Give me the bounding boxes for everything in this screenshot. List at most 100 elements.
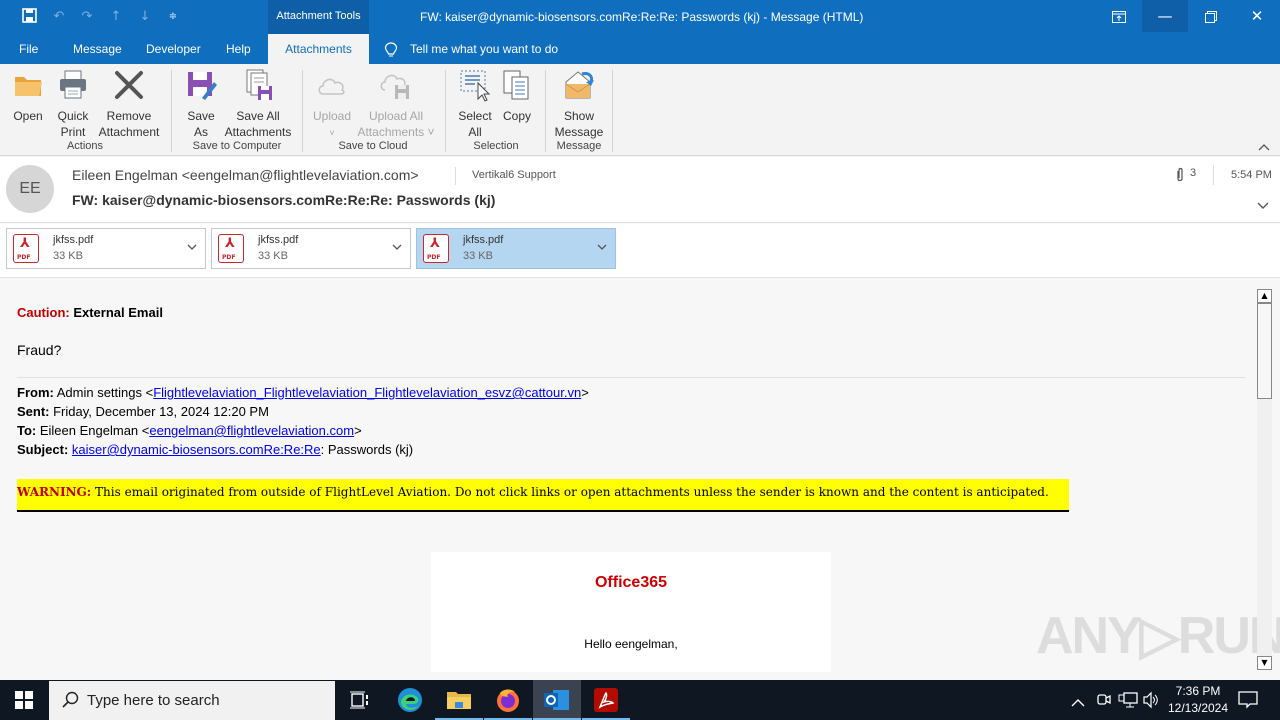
open-button[interactable]: Open — [8, 68, 48, 124]
acrobat-app[interactable] — [582, 680, 630, 720]
sender-avatar[interactable]: EE — [6, 165, 54, 213]
sender-name[interactable]: Eileen Engelman <eengelman@flightlevelav… — [72, 167, 419, 183]
tab-attachments[interactable]: Attachments — [268, 34, 369, 64]
cloud-icon — [318, 78, 345, 95]
scroll-thumb[interactable] — [1257, 303, 1272, 399]
tab-developer[interactable]: Developer — [146, 34, 201, 64]
file-explorer-app[interactable] — [435, 680, 483, 720]
save-as-button[interactable]: Save As — [182, 68, 220, 140]
system-clock[interactable]: 7:36 PM 12/13/2024 — [1158, 683, 1238, 717]
folder-icon — [447, 692, 471, 709]
edge-app[interactable] — [386, 680, 434, 720]
attachment-count: 3 — [1190, 167, 1197, 179]
upload-label: Upload — [312, 109, 352, 123]
scroll-down-button[interactable]: ▼ — [1257, 656, 1272, 670]
remove-attachment-button[interactable]: Remove Attachment — [96, 68, 162, 140]
ribbon-divider — [302, 70, 303, 152]
network-icon[interactable] — [1118, 691, 1138, 713]
save-as-label-1: Save — [187, 109, 215, 123]
redo-icon[interactable]: ↷ — [78, 8, 96, 26]
subject-line: Subject: kaiser@dynamic-biosensors.comRe… — [17, 442, 413, 457]
printer-icon — [60, 70, 86, 99]
save-icon[interactable] — [20, 8, 38, 26]
attachment-item[interactable]: ⅄ PDF jkfss.pdf 33 KB — [211, 228, 411, 269]
attachment-menu-chevron-icon[interactable] — [187, 240, 197, 253]
start-button[interactable] — [0, 680, 48, 720]
tab-help[interactable]: Help — [226, 34, 251, 64]
attachment-size: 33 KB — [258, 250, 288, 262]
forward-divider — [17, 377, 1245, 378]
message-subject: FW: kaiser@dynamic-biosensors.comRe:Re:R… — [72, 192, 496, 208]
clock-time: 7:36 PM — [1175, 684, 1221, 698]
save-as-label-2: As — [193, 125, 208, 139]
tab-message[interactable]: Message — [73, 34, 122, 64]
attachment-item[interactable]: ⅄ PDF jkfss.pdf 33 KB — [6, 228, 206, 269]
task-view-button[interactable] — [336, 680, 384, 720]
sent-label: Sent: — [17, 404, 50, 419]
body-scrollbar[interactable]: ▲ ▼ — [1257, 289, 1272, 670]
attachment-menu-chevron-icon[interactable] — [597, 240, 607, 253]
search-icon — [62, 691, 79, 708]
taskbar-search[interactable]: Type here to search — [49, 681, 335, 720]
upload-button[interactable]: Upload ˅ — [310, 68, 354, 141]
customize-quick-access-icon[interactable]: ≑ — [164, 8, 182, 26]
firefox-app[interactable] — [484, 680, 532, 720]
folder-icon — [15, 77, 42, 96]
edge-icon — [398, 688, 422, 712]
quick-print-button[interactable]: Quick Print — [52, 68, 94, 140]
search-placeholder: Type here to search — [87, 692, 220, 709]
from-label: From: — [17, 385, 54, 400]
from-name: Admin settings < — [53, 385, 154, 400]
taskbar: Type here to search 7:36 PM 12/13/2024 — [0, 680, 1280, 720]
next-item-icon[interactable]: ↓ — [136, 8, 154, 26]
title-bar: ↶ ↷ ↑ ↓ ≑ Attachment Tools FW: kaiser@dy… — [0, 0, 1280, 34]
meet-now-icon[interactable] — [1096, 691, 1112, 713]
remove-label-1: Remove — [106, 109, 152, 123]
tell-me-search[interactable]: Tell me what you want to do — [410, 34, 558, 64]
attachment-item-selected[interactable]: ⅄ PDF jkfss.pdf 33 KB — [416, 228, 616, 269]
close-button[interactable]: ✕ — [1234, 0, 1280, 32]
select-all-button[interactable]: Select All — [455, 68, 495, 140]
tab-file[interactable]: File — [19, 34, 38, 64]
to-line: To: Eileen Engelman <eengelman@flightlev… — [17, 423, 362, 438]
scroll-up-button[interactable]: ▲ — [1257, 289, 1272, 303]
from-email-link[interactable]: Flightlevelaviation_Flightlevelaviation_… — [153, 385, 581, 400]
ribbon-display-options-button[interactable] — [1096, 0, 1142, 32]
upload-all-label-2: Attachments ˅ — [357, 125, 435, 139]
restore-button[interactable] — [1188, 0, 1234, 32]
subject-rest: : Passwords (kj) — [320, 442, 414, 457]
save-all-label-2: Attachments — [224, 125, 292, 139]
paperclip-icon — [1175, 167, 1185, 187]
upload-all-attachments-button[interactable]: Upload All Attachments ˅ — [354, 68, 438, 140]
phishing-card: Office365 Hello eengelman, — [431, 552, 831, 672]
expand-header-chevron-icon[interactable] — [1257, 199, 1269, 213]
task-view-icon — [350, 691, 368, 709]
attachment-tools-context-label: Attachment Tools — [268, 0, 369, 34]
warning-label: WARNING: — [17, 485, 92, 499]
collapse-ribbon-icon[interactable] — [1258, 140, 1270, 154]
copy-button[interactable]: Copy — [499, 68, 535, 124]
remove-x-icon — [115, 71, 143, 99]
to-email-link[interactable]: eengelman@flightlevelaviation.com — [149, 423, 354, 438]
show-hidden-icons-chevron[interactable] — [1071, 693, 1085, 712]
sent-value: Friday, December 13, 2024 12:20 PM — [49, 404, 269, 419]
anyrun-watermark: ANY▷RUN — [1036, 607, 1280, 665]
from-line: From: Admin settings <Flightlevelaviatio… — [17, 385, 589, 400]
subject-email-link[interactable]: kaiser@dynamic-biosensors.comRe:Re:Re — [72, 442, 321, 457]
undo-icon[interactable]: ↶ — [50, 8, 68, 26]
save-all-icon — [246, 69, 272, 100]
select-all-icon — [460, 70, 491, 102]
attachment-name: jkfss.pdf — [258, 234, 299, 246]
attachment-menu-chevron-icon[interactable] — [392, 240, 402, 253]
outlook-app-active[interactable] — [533, 680, 581, 720]
previous-item-icon[interactable]: ↑ — [107, 8, 125, 26]
copy-label: Copy — [502, 109, 531, 123]
pdf-icon: ⅄ PDF — [13, 234, 39, 263]
recipient[interactable]: Vertikal6 Support — [472, 169, 556, 181]
show-message-button[interactable]: Show Message — [553, 68, 605, 140]
minimize-button[interactable]: — — [1142, 0, 1188, 32]
open-label: Open — [13, 109, 43, 123]
notifications-icon[interactable] — [1238, 691, 1258, 713]
save-all-attachments-button[interactable]: Save All Attachments — [222, 68, 294, 140]
ribbon: Open Quick Print Remove Attachment Actio… — [0, 64, 1280, 156]
